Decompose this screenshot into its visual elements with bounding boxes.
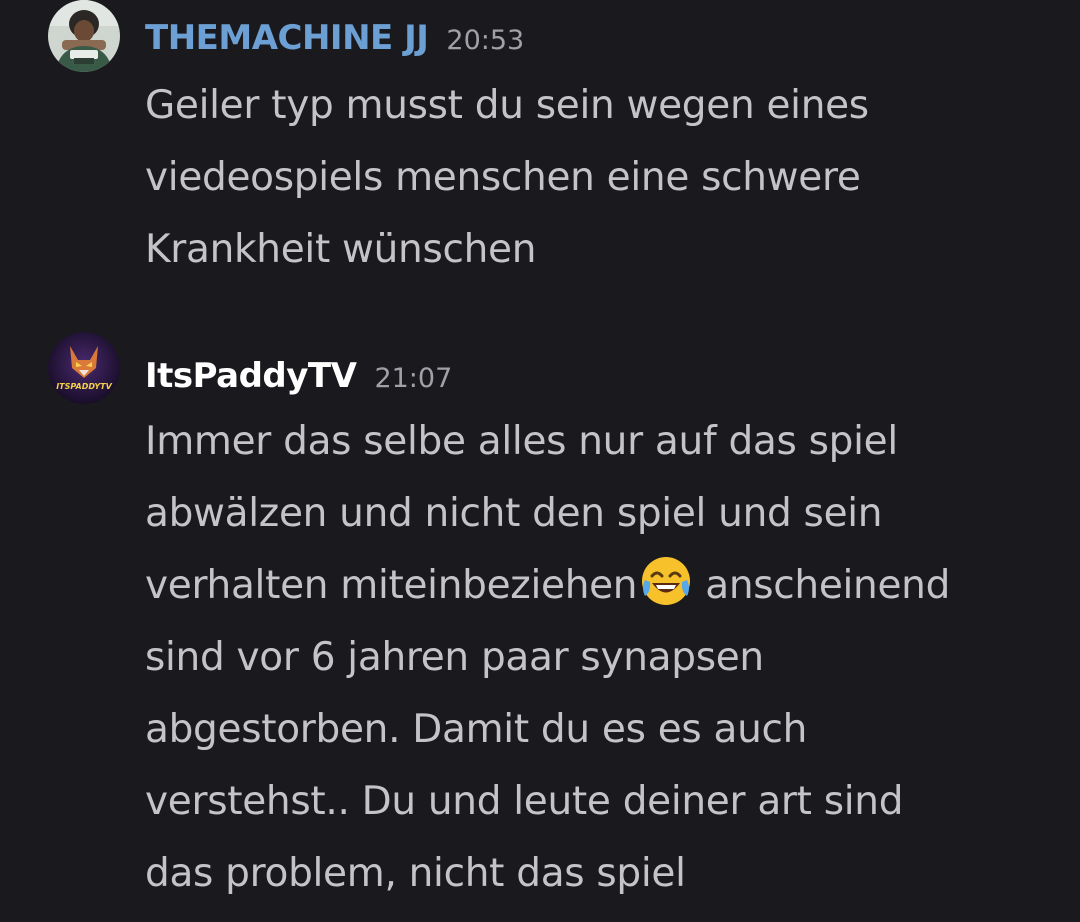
author-name[interactable]: ItsPaddyTV — [145, 356, 357, 396]
message-timestamp: 20:53 — [446, 25, 525, 56]
message-line: Krankheit wünschen — [145, 227, 537, 272]
message-text: Immer das selbe alles nur auf das spiel … — [145, 406, 1065, 910]
message-line: viedeospiels menschen eine schwere — [145, 155, 861, 200]
author-name[interactable]: THEMACHINE JJ — [145, 18, 429, 58]
message-header: THEMACHINE JJ 20:53 — [145, 18, 524, 58]
message-line: das problem, nicht das spiel — [145, 851, 686, 896]
message-timestamp: 21:07 — [374, 363, 453, 394]
user-avatar[interactable]: ITSPADDYTV — [48, 332, 120, 404]
fox-logo-avatar-icon: ITSPADDYTV — [48, 332, 120, 404]
message-line: verhalten miteinbeziehen anscheinend — [145, 550, 1065, 622]
message-line: abwälzen und nicht den spiel und sein — [145, 491, 883, 536]
user-avatar[interactable] — [48, 0, 120, 72]
message-line: Immer das selbe alles nur auf das spiel — [145, 419, 898, 464]
message-line: verstehst.. Du und leute deiner art sind — [145, 779, 904, 824]
message-line-text: anscheinend — [705, 563, 951, 608]
message-text: Geiler typ musst du sein wegen eines vie… — [145, 70, 1065, 286]
svg-text:ITSPADDYTV: ITSPADDYTV — [56, 382, 112, 391]
message-line-text: verhalten miteinbeziehen — [145, 563, 638, 608]
message-header: ItsPaddyTV 21:07 — [145, 356, 452, 396]
message-line: sind vor 6 jahren paar synapsen — [145, 635, 764, 680]
message-line: abgestorben. Damit du es es auch — [145, 707, 808, 752]
message-line: Geiler typ musst du sein wegen eines — [145, 83, 869, 128]
face-with-tears-of-joy-emoji-icon — [639, 554, 693, 608]
user-avatar-photo-icon — [48, 0, 120, 72]
